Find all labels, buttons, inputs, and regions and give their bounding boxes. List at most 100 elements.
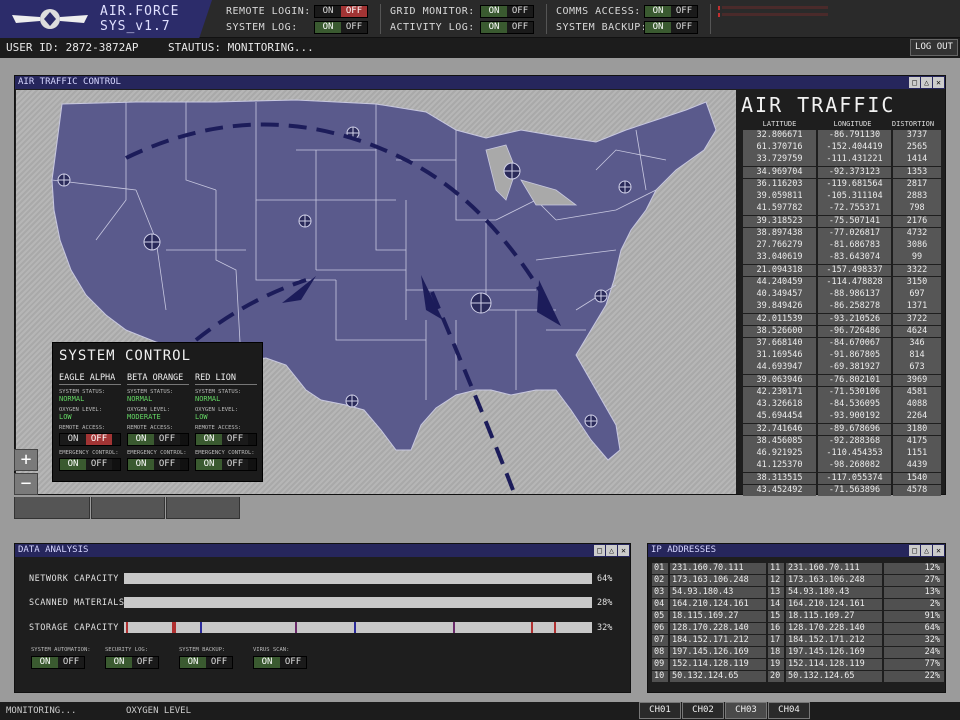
map-tab-3[interactable] bbox=[166, 497, 240, 519]
air-traffic-row: 41.597782 -72.755371 798 bbox=[743, 203, 941, 216]
air-traffic-row: 43.452492 -71.563896 4578 bbox=[743, 484, 941, 497]
system-backup-label: SYSTEM BACKUP: bbox=[556, 22, 648, 33]
remote-access-toggle[interactable]: ON OFF bbox=[127, 433, 189, 446]
map-tab-2[interactable] bbox=[91, 497, 165, 519]
off-option[interactable]: OFF bbox=[222, 434, 248, 445]
comms-access-toggle[interactable]: ON OFF bbox=[644, 5, 698, 18]
air-traffic-row: 44.693947 -69.381927 673 bbox=[743, 362, 941, 375]
ip-address: 164.210.124.161 bbox=[670, 599, 766, 610]
off-option[interactable]: OFF bbox=[671, 6, 697, 17]
off-option[interactable]: OFF bbox=[206, 657, 232, 668]
off-option[interactable]: OFF bbox=[507, 6, 533, 17]
remote-login-toggle[interactable]: ON OFF bbox=[314, 5, 368, 18]
off-option[interactable]: OFF bbox=[341, 6, 367, 17]
logout-button[interactable]: LOG OUT bbox=[910, 39, 958, 56]
air-traffic-row: 34.969704 -92.373123 1353 bbox=[743, 166, 941, 179]
longitude-cell: -72.755371 bbox=[818, 203, 891, 216]
grid-monitor-label: GRID MONITOR: bbox=[390, 6, 475, 17]
divider bbox=[380, 4, 381, 34]
restore-icon[interactable]: □ bbox=[909, 545, 920, 556]
distortion-cell: 1371 bbox=[893, 301, 941, 313]
off-option[interactable]: OFF bbox=[154, 434, 180, 445]
control-toggle[interactable]: ON OFF bbox=[31, 656, 85, 669]
off-option[interactable]: OFF bbox=[58, 657, 84, 668]
channel-tab-ch02[interactable]: CH02 bbox=[682, 702, 724, 719]
window-title-bar[interactable]: IP ADDRESSES □ △ ✕ bbox=[648, 544, 945, 557]
restore-icon[interactable]: □ bbox=[909, 77, 920, 88]
distortion-cell: 798 bbox=[893, 203, 941, 216]
on-option[interactable]: ON bbox=[60, 459, 86, 470]
ip-percent: 64% bbox=[884, 623, 944, 634]
close-icon[interactable]: ✕ bbox=[933, 545, 944, 556]
on-option[interactable]: ON bbox=[106, 657, 132, 668]
on-option[interactable]: ON bbox=[645, 22, 671, 33]
on-option[interactable]: ON bbox=[196, 434, 222, 445]
on-option[interactable]: ON bbox=[128, 434, 154, 445]
off-option[interactable]: OFF bbox=[507, 22, 533, 33]
on-option[interactable]: ON bbox=[645, 6, 671, 17]
ip-index: 07 bbox=[652, 635, 668, 646]
emergency-control-toggle[interactable]: ON OFF bbox=[127, 458, 189, 471]
close-icon[interactable]: ✕ bbox=[933, 77, 944, 88]
channel-tab-ch03[interactable]: CH03 bbox=[725, 702, 767, 719]
remote-access-toggle[interactable]: ON OFF bbox=[195, 433, 257, 446]
unit-beta-orange: BETA ORANGE SYSTEM STATUS: NORMAL OXYGEN LE… bbox=[127, 373, 189, 471]
air-force-emblem-icon bbox=[12, 9, 88, 29]
on-option[interactable]: ON bbox=[315, 6, 341, 17]
maximize-icon[interactable]: △ bbox=[921, 77, 932, 88]
on-option[interactable]: ON bbox=[180, 657, 206, 668]
on-option[interactable]: ON bbox=[32, 657, 58, 668]
map-tab-1[interactable] bbox=[14, 497, 90, 519]
longitude-cell: -84.670067 bbox=[818, 337, 891, 350]
channel-tab-ch01[interactable]: CH01 bbox=[639, 702, 681, 719]
off-option[interactable]: OFF bbox=[280, 657, 306, 668]
on-option[interactable]: ON bbox=[481, 6, 507, 17]
control-toggle[interactable]: ON OFF bbox=[253, 656, 307, 669]
ip-row: 03 54.93.180.43 13 54.93.180.43 13% bbox=[652, 587, 946, 598]
latitude-cell: 45.694454 bbox=[743, 411, 816, 424]
air-traffic-row: 45.694454 -93.900192 2264 bbox=[743, 411, 941, 424]
zoom-out-button[interactable]: − bbox=[14, 473, 38, 495]
logo-box: AIR.FORCE SYS_v1.7 bbox=[0, 0, 212, 38]
air-traffic-row: 31.169546 -91.867805 814 bbox=[743, 350, 941, 362]
longitude-cell: -98.268082 bbox=[818, 460, 891, 473]
on-option[interactable]: ON bbox=[128, 459, 154, 470]
remote-access-toggle[interactable]: ON OFF bbox=[59, 433, 121, 446]
ip-index: 20 bbox=[768, 671, 784, 682]
close-icon[interactable]: ✕ bbox=[618, 545, 629, 556]
maximize-icon[interactable]: △ bbox=[921, 545, 932, 556]
off-option[interactable]: OFF bbox=[671, 22, 697, 33]
system-backup-toggle[interactable]: ON OFF bbox=[644, 21, 698, 34]
activity-log-toggle[interactable]: ON OFF bbox=[480, 21, 534, 34]
latitude-cell: 42.230171 bbox=[743, 386, 816, 399]
emergency-control-toggle[interactable]: ON OFF bbox=[195, 458, 257, 471]
off-option[interactable]: OFF bbox=[222, 459, 248, 470]
latitude-cell: 40.349457 bbox=[743, 289, 816, 301]
emergency-control-toggle[interactable]: ON OFF bbox=[59, 458, 121, 471]
off-option[interactable]: OFF bbox=[154, 459, 180, 470]
restore-icon[interactable]: □ bbox=[594, 545, 605, 556]
off-option[interactable]: OFF bbox=[341, 22, 367, 33]
grid-monitor-toggle[interactable]: ON OFF bbox=[480, 5, 534, 18]
off-option[interactable]: OFF bbox=[132, 657, 158, 668]
control-label: SYSTEM AUTOMATION: bbox=[31, 647, 91, 653]
on-option[interactable]: ON bbox=[254, 657, 280, 668]
on-option[interactable]: ON bbox=[196, 459, 222, 470]
control-toggle[interactable]: ON OFF bbox=[179, 656, 233, 669]
off-option[interactable]: OFF bbox=[86, 459, 112, 470]
air-traffic-row: 38.313515 -117.055374 1540 bbox=[743, 472, 941, 485]
off-option[interactable]: OFF bbox=[86, 434, 112, 445]
window-title-bar[interactable]: DATA ANALYSIS □ △ ✕ bbox=[15, 544, 630, 557]
latitude-cell: 39.063946 bbox=[743, 374, 816, 387]
control-toggle[interactable]: ON OFF bbox=[105, 656, 159, 669]
on-option[interactable]: ON bbox=[315, 22, 341, 33]
radar-marker-icon bbox=[298, 214, 312, 228]
app-title-line2: SYS_v1.7 bbox=[100, 19, 171, 34]
system-log-toggle[interactable]: ON OFF bbox=[314, 21, 368, 34]
maximize-icon[interactable]: △ bbox=[606, 545, 617, 556]
on-option[interactable]: ON bbox=[60, 434, 86, 445]
window-title-bar[interactable]: AIR TRAFFIC CONTROL □ △ ✕ bbox=[15, 76, 945, 89]
on-option[interactable]: ON bbox=[481, 22, 507, 33]
zoom-in-button[interactable]: + bbox=[14, 449, 38, 471]
channel-tab-ch04[interactable]: CH04 bbox=[768, 702, 810, 719]
